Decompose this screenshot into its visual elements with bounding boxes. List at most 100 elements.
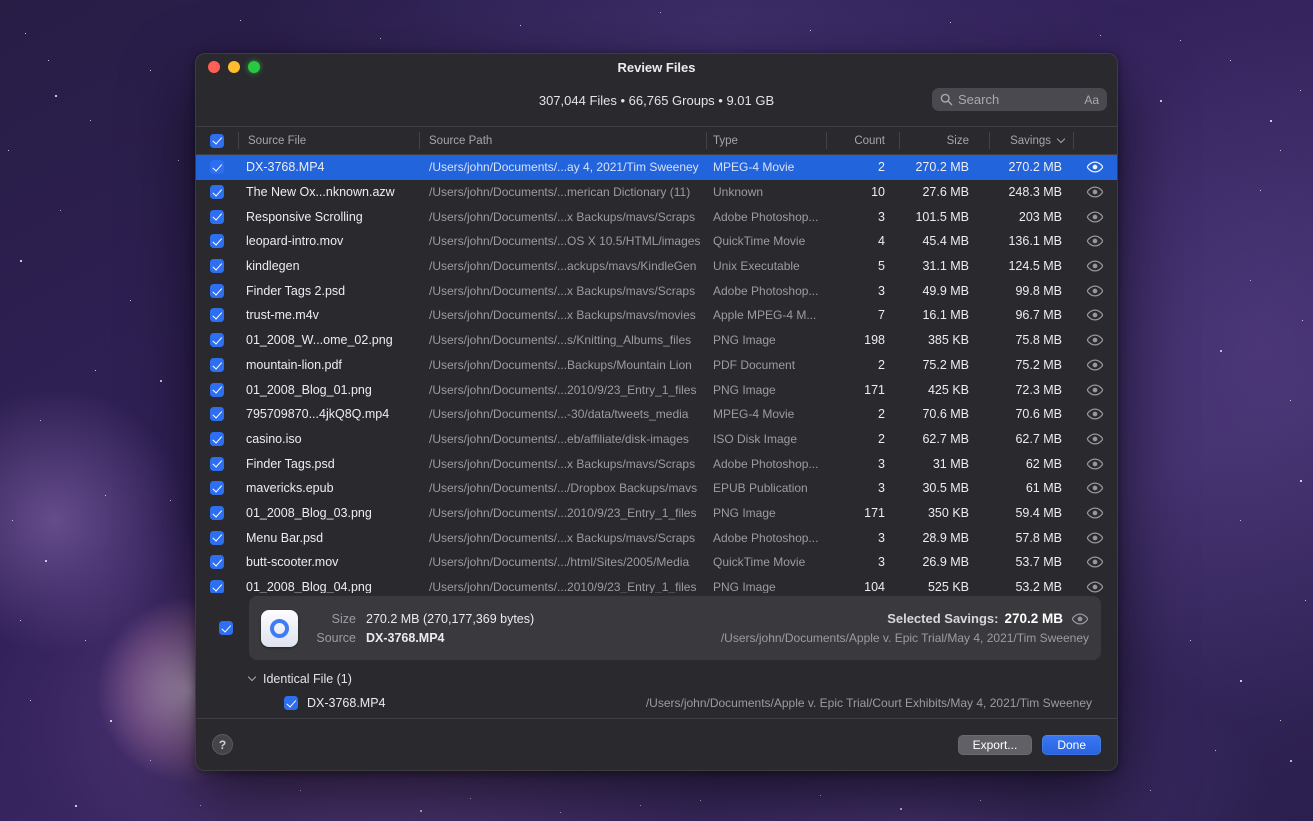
preview-eye-icon[interactable] [1086, 161, 1104, 173]
row-checkbox[interactable] [210, 407, 224, 422]
close-button[interactable] [208, 61, 220, 73]
table-row[interactable]: 01_2008_Blog_01.png /Users/john/Document… [196, 377, 1117, 402]
search-input[interactable] [958, 92, 1080, 107]
identical-file-row[interactable]: DX-3768.MP4 /Users/john/Documents/Apple … [196, 696, 1117, 710]
titlebar[interactable]: Review Files [196, 54, 1117, 80]
table-row[interactable]: The New Ox...nknown.azw /Users/john/Docu… [196, 180, 1117, 205]
preview-eye-icon[interactable] [1086, 532, 1104, 544]
row-checkbox[interactable] [210, 505, 224, 520]
column-header-type[interactable]: Type [706, 127, 826, 154]
row-checkbox[interactable] [210, 259, 224, 274]
row-checkbox[interactable] [210, 382, 224, 397]
preview-eye-icon[interactable] [1086, 507, 1104, 519]
search-field[interactable]: Aa [932, 88, 1107, 111]
preview-eye-icon[interactable] [1086, 581, 1104, 593]
window-title: Review Files [617, 59, 696, 75]
row-type: PNG Image [713, 505, 776, 520]
preview-eye-icon[interactable] [1086, 359, 1104, 371]
preview-eye-icon[interactable] [1086, 235, 1104, 247]
table-row[interactable]: mountain-lion.pdf /Users/john/Documents/… [196, 353, 1117, 378]
row-checkbox[interactable] [210, 456, 224, 471]
table-row[interactable]: 795709870...4jkQ8Q.mp4 /Users/john/Docum… [196, 402, 1117, 427]
row-count: 2 [878, 160, 885, 175]
row-savings: 70.6 MB [1015, 407, 1062, 422]
table-row[interactable]: Menu Bar.psd /Users/john/Documents/...x … [196, 525, 1117, 550]
column-header-count[interactable]: Count [826, 127, 899, 154]
row-source-path: /Users/john/Documents/...eb/affiliate/di… [429, 431, 689, 446]
row-checkbox[interactable] [210, 333, 224, 348]
match-case-toggle[interactable]: Aa [1084, 93, 1099, 107]
done-button[interactable]: Done [1042, 734, 1101, 755]
row-checkbox[interactable] [210, 234, 224, 249]
table-row[interactable]: 01_2008_W...ome_02.png /Users/john/Docum… [196, 328, 1117, 353]
preview-eye-icon[interactable] [1086, 482, 1104, 494]
table-row[interactable]: 01_2008_Blog_04.png /Users/john/Document… [196, 575, 1117, 593]
row-source-path: /Users/john/Documents/...2010/9/23_Entry… [429, 505, 697, 520]
column-header-source-file[interactable]: Source File [238, 127, 419, 154]
preview-eye-icon[interactable] [1086, 285, 1104, 297]
row-count: 171 [864, 505, 885, 520]
table-row[interactable]: casino.iso /Users/john/Documents/...eb/a… [196, 427, 1117, 452]
preview-eye-icon[interactable] [1086, 211, 1104, 223]
preview-eye-icon[interactable] [1086, 260, 1104, 272]
help-button[interactable]: ? [212, 734, 233, 755]
select-all-checkbox[interactable] [210, 133, 224, 148]
row-source-path: /Users/john/Documents/...x Backups/mavs/… [429, 283, 696, 298]
identical-files-disclosure[interactable]: Identical File (1) [196, 670, 1117, 687]
row-source-path: /Users/john/Documents/...Backups/Mountai… [429, 357, 692, 372]
row-source-file: Responsive Scrolling [246, 209, 363, 224]
row-checkbox[interactable] [210, 209, 224, 224]
row-size: 31 MB [932, 456, 969, 471]
table-row[interactable]: Responsive Scrolling /Users/john/Documen… [196, 204, 1117, 229]
preview-eye-icon[interactable] [1086, 556, 1104, 568]
preview-eye-icon[interactable] [1086, 186, 1104, 198]
preview-eye-icon[interactable] [1086, 433, 1104, 445]
row-checkbox[interactable] [210, 431, 224, 446]
column-header-savings[interactable]: Savings [989, 127, 1073, 154]
minimize-button[interactable] [228, 61, 240, 73]
table-row[interactable]: kindlegen /Users/john/Documents/...ackup… [196, 254, 1117, 279]
table-row[interactable]: trust-me.m4v /Users/john/Documents/...x … [196, 303, 1117, 328]
table-row[interactable]: Finder Tags.psd /Users/john/Documents/..… [196, 451, 1117, 476]
traffic-lights [208, 61, 260, 73]
review-files-window: Review Files 307,044 Files • 66,765 Grou… [195, 53, 1118, 771]
column-header-source-path[interactable]: Source Path [419, 127, 706, 154]
row-savings: 96.7 MB [1015, 308, 1062, 323]
row-source-file: 01_2008_Blog_04.png [246, 580, 372, 593]
table-row[interactable]: mavericks.epub /Users/john/Documents/...… [196, 476, 1117, 501]
table-row[interactable]: butt-scooter.mov /Users/john/Documents/.… [196, 550, 1117, 575]
row-checkbox[interactable] [210, 580, 224, 593]
row-type: MPEG-4 Movie [713, 407, 795, 422]
row-checkbox[interactable] [210, 160, 224, 175]
preview-eye-icon[interactable] [1086, 384, 1104, 396]
row-checkbox[interactable] [210, 185, 224, 200]
row-count: 3 [878, 530, 885, 545]
row-type: Unknown [713, 185, 764, 200]
column-header-size[interactable]: Size [899, 127, 989, 154]
table-row[interactable]: 01_2008_Blog_03.png /Users/john/Document… [196, 501, 1117, 526]
selected-file-checkbox[interactable] [219, 621, 233, 635]
row-size: 75.2 MB [922, 357, 969, 372]
row-count: 2 [878, 431, 885, 446]
zoom-button[interactable] [248, 61, 260, 73]
preview-eye-icon[interactable] [1086, 309, 1104, 321]
identical-file-checkbox[interactable] [284, 696, 298, 710]
savings-eye-icon[interactable] [1071, 612, 1089, 625]
row-checkbox[interactable] [210, 481, 224, 496]
row-checkbox[interactable] [210, 308, 224, 323]
table-row[interactable]: Finder Tags 2.psd /Users/john/Documents/… [196, 278, 1117, 303]
export-button[interactable]: Export... [957, 734, 1033, 755]
table-row[interactable]: leopard-intro.mov /Users/john/Documents/… [196, 229, 1117, 254]
preview-eye-icon[interactable] [1086, 408, 1104, 420]
row-count: 5 [878, 259, 885, 274]
preview-eye-icon[interactable] [1086, 458, 1104, 470]
row-checkbox[interactable] [210, 357, 224, 372]
preview-eye-icon[interactable] [1086, 334, 1104, 346]
row-checkbox[interactable] [210, 530, 224, 545]
row-checkbox[interactable] [210, 555, 224, 570]
table-row[interactable]: DX-3768.MP4 /Users/john/Documents/...ay … [196, 155, 1117, 180]
row-source-path: /Users/john/Documents/...OS X 10.5/HTML/… [429, 234, 701, 249]
select-all-cell [196, 127, 238, 154]
row-checkbox[interactable] [210, 283, 224, 298]
row-source-file: mountain-lion.pdf [246, 357, 342, 372]
